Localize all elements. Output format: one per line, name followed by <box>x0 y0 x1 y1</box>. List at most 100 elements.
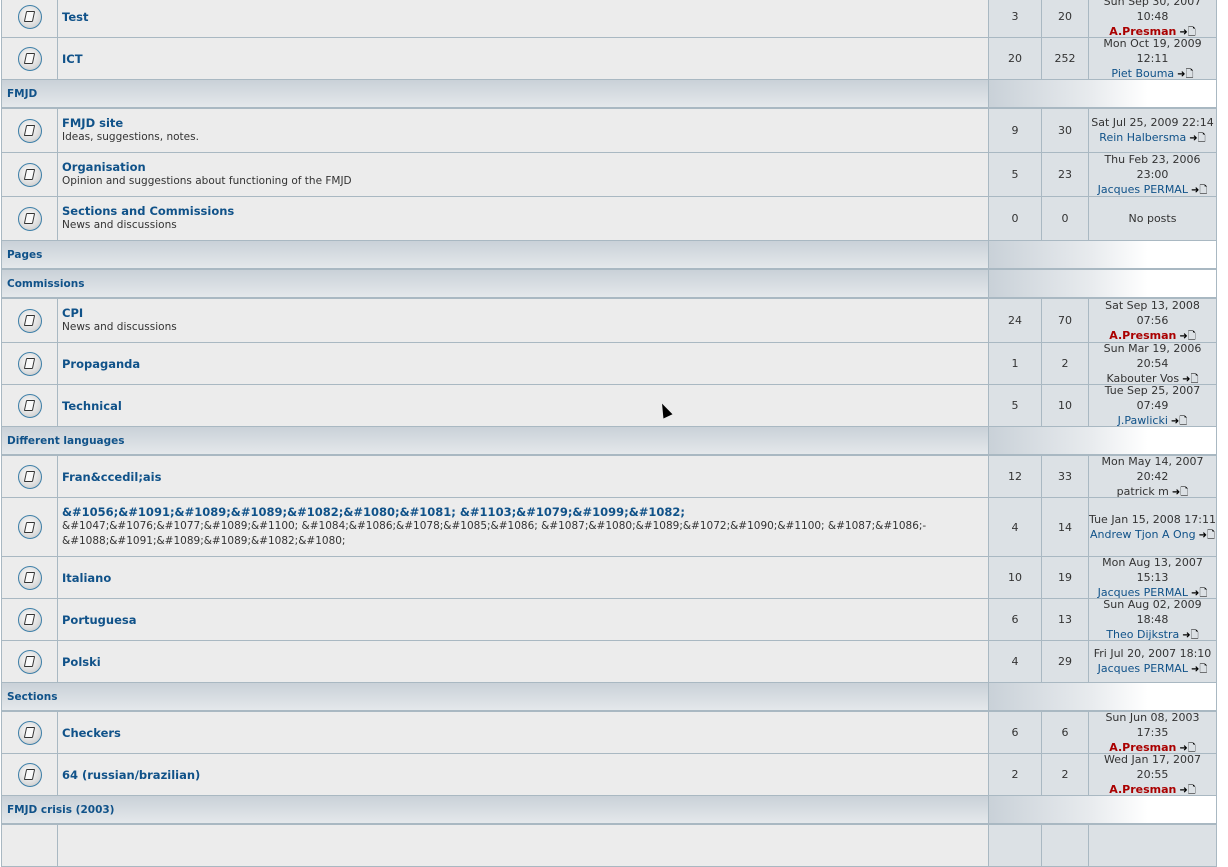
topics-count: 1 <box>989 343 1042 384</box>
category-cell: Sections <box>2 683 989 710</box>
go-to-last-post-icon[interactable]: ➜🗋 <box>1191 664 1207 675</box>
forum-icon-cell <box>2 557 58 598</box>
forum-link[interactable]: Technical <box>62 399 122 413</box>
forum-icon-cell <box>2 825 58 866</box>
category-link[interactable]: FMJD <box>7 88 37 100</box>
last-post-author[interactable]: Jacques PERMAL <box>1098 662 1188 675</box>
forum-link[interactable]: CPI <box>62 306 83 320</box>
last-post-date: Tue Jan 15, 2008 17:11 <box>1089 512 1216 526</box>
category-row: Different languages <box>2 427 1216 456</box>
go-to-last-post-icon[interactable]: ➜🗋 <box>1179 785 1195 796</box>
forum-link[interactable]: Sections and Commissions <box>62 204 234 218</box>
last-post-cell: Thu Feb 23, 2006 23:00 Jacques PERMAL ➜🗋 <box>1089 153 1216 196</box>
forum-read-icon <box>17 565 42 590</box>
forum-link[interactable]: Fran&ccedil;ais <box>62 470 161 484</box>
category-link[interactable]: Commissions <box>7 278 84 290</box>
last-post-author[interactable]: Piet Bouma <box>1111 67 1174 80</box>
posts-count: 19 <box>1042 557 1089 598</box>
forum-read-icon <box>17 118 42 143</box>
posts-count <box>1042 825 1089 866</box>
last-post-author[interactable]: patrick m <box>1117 485 1169 498</box>
posts-count: 20 <box>1042 0 1089 37</box>
go-to-last-post-icon[interactable]: ➜🗋 <box>1189 133 1205 144</box>
forum-row: Fran&ccedil;ais 12 33 Mon May 14, 2007 20:4… <box>2 455 1216 498</box>
forum-row: Italiano 10 19 Mon Aug 13, 2007 15:13 Jacque… <box>2 556 1216 599</box>
last-post-date: Sat Jul 25, 2009 22:14 <box>1091 116 1214 129</box>
topics-count: 3 <box>989 0 1042 37</box>
last-post-cell: Mon Oct 19, 2009 12:11 Piet Bouma ➜🗋 <box>1089 36 1216 80</box>
posts-count: 23 <box>1042 153 1089 196</box>
posts-count: 6 <box>1042 712 1089 753</box>
forum-icon-cell <box>2 38 58 79</box>
category-link[interactable]: Different languages <box>7 435 125 447</box>
forum-read-icon <box>17 762 42 787</box>
last-post-date: Thu Feb 23, 2006 23:00 <box>1104 152 1201 181</box>
forum-link[interactable]: Portuguesa <box>62 613 137 627</box>
go-to-last-post-icon[interactable]: ➜🗋 <box>1171 416 1187 427</box>
forum-icon-cell <box>2 299 58 342</box>
forum-cell: Portuguesa <box>58 599 989 640</box>
forum-description: Ideas, suggestions, notes. <box>62 131 199 143</box>
last-post-author[interactable]: Andrew Tjon A Ong <box>1090 528 1196 541</box>
forum-read-icon <box>17 308 42 333</box>
forum-cell: Technical <box>58 385 989 426</box>
go-to-last-post-icon[interactable]: ➜🗋 <box>1182 630 1198 641</box>
last-post-author[interactable]: J.Pawlicki <box>1118 414 1168 427</box>
go-to-last-post-icon[interactable]: ➜🗋 <box>1177 69 1193 80</box>
last-post-author[interactable]: A.Presman <box>1109 783 1176 796</box>
last-post-cell: Sun Jun 08, 2003 17:35 A.Presman ➜🗋 <box>1089 711 1216 754</box>
go-to-last-post-icon[interactable]: ➜🗋 <box>1199 530 1215 541</box>
go-to-last-post-icon[interactable]: ➜🗋 <box>1172 487 1188 498</box>
category-row: Sections <box>2 683 1216 712</box>
last-post-cell <box>1089 825 1216 866</box>
last-post-date: Mon Oct 19, 2009 12:11 <box>1103 36 1202 65</box>
posts-count: 2 <box>1042 754 1089 795</box>
posts-count: 30 <box>1042 109 1089 152</box>
last-post-cell: Tue Sep 25, 2007 07:49 J.Pawlicki ➜🗋 <box>1089 384 1216 427</box>
category-row: Commissions <box>2 270 1216 299</box>
posts-count: 252 <box>1042 38 1089 79</box>
forum-link[interactable]: &#1056;&#1091;&#1089;&#1089;&#1082;&#108… <box>62 505 685 519</box>
forum-row: FMJD site Ideas, suggestions, notes. 9 30 Sa… <box>2 109 1216 153</box>
forum-cell <box>58 825 989 866</box>
go-to-last-post-icon[interactable]: ➜🗋 <box>1191 185 1207 196</box>
forum-link[interactable]: FMJD site <box>62 116 123 130</box>
forum-link[interactable]: Propaganda <box>62 357 140 371</box>
category-cell: Different languages <box>2 427 989 454</box>
last-post-date: Sun Sep 30, 2007 10:48 <box>1103 0 1202 23</box>
forum-cell: &#1056;&#1091;&#1089;&#1089;&#1082;&#108… <box>58 498 989 556</box>
category-link[interactable]: Pages <box>7 249 42 261</box>
posts-count: 14 <box>1042 498 1089 556</box>
last-post-author[interactable]: Theo Dijkstra <box>1106 628 1179 641</box>
category-filler <box>989 427 1216 454</box>
posts-count: 2 <box>1042 343 1089 384</box>
forum-read-icon <box>17 162 42 187</box>
forum-link[interactable]: Italiano <box>62 571 111 585</box>
forum-link[interactable]: Test <box>62 10 88 24</box>
forum-read-icon <box>17 351 42 376</box>
last-post-author[interactable]: Rein Halbersma <box>1099 131 1186 144</box>
category-filler <box>989 796 1216 823</box>
category-cell: Commissions <box>2 270 989 297</box>
forum-row: Propaganda 1 2 Sun Mar 19, 2006 20:54 Kabout… <box>2 341 1216 385</box>
forum-description: News and discussions <box>62 321 177 333</box>
topics-count: 10 <box>989 557 1042 598</box>
forum-icon-cell <box>2 153 58 196</box>
category-filler <box>989 683 1216 710</box>
forum-link[interactable]: ICT <box>62 52 83 66</box>
topics-count: 12 <box>989 456 1042 497</box>
forum-row: 64 (russian/brazilian) 2 2 Wed Jan 17, 2007… <box>2 753 1216 796</box>
forum-row: CPI News and discussions 24 70 Sat Sep 13, 2… <box>2 299 1216 343</box>
forum-icon-cell <box>2 599 58 640</box>
last-post-date: Sun Mar 19, 2006 20:54 <box>1103 341 1202 370</box>
last-post-author[interactable]: Jacques PERMAL <box>1098 183 1188 196</box>
last-post-cell: Sat Sep 13, 2008 07:56 A.Presman ➜🗋 <box>1089 299 1216 342</box>
forum-link[interactable]: Organisation <box>62 160 146 174</box>
forum-icon-cell <box>2 0 58 37</box>
forum-link[interactable]: Checkers <box>62 726 121 740</box>
forum-link[interactable]: 64 (russian/brazilian) <box>62 768 200 782</box>
forum-link[interactable]: Polski <box>62 655 101 669</box>
category-link[interactable]: Sections <box>7 691 57 703</box>
forum-icon-cell <box>2 385 58 426</box>
category-link[interactable]: FMJD crisis (2003) <box>7 804 114 816</box>
